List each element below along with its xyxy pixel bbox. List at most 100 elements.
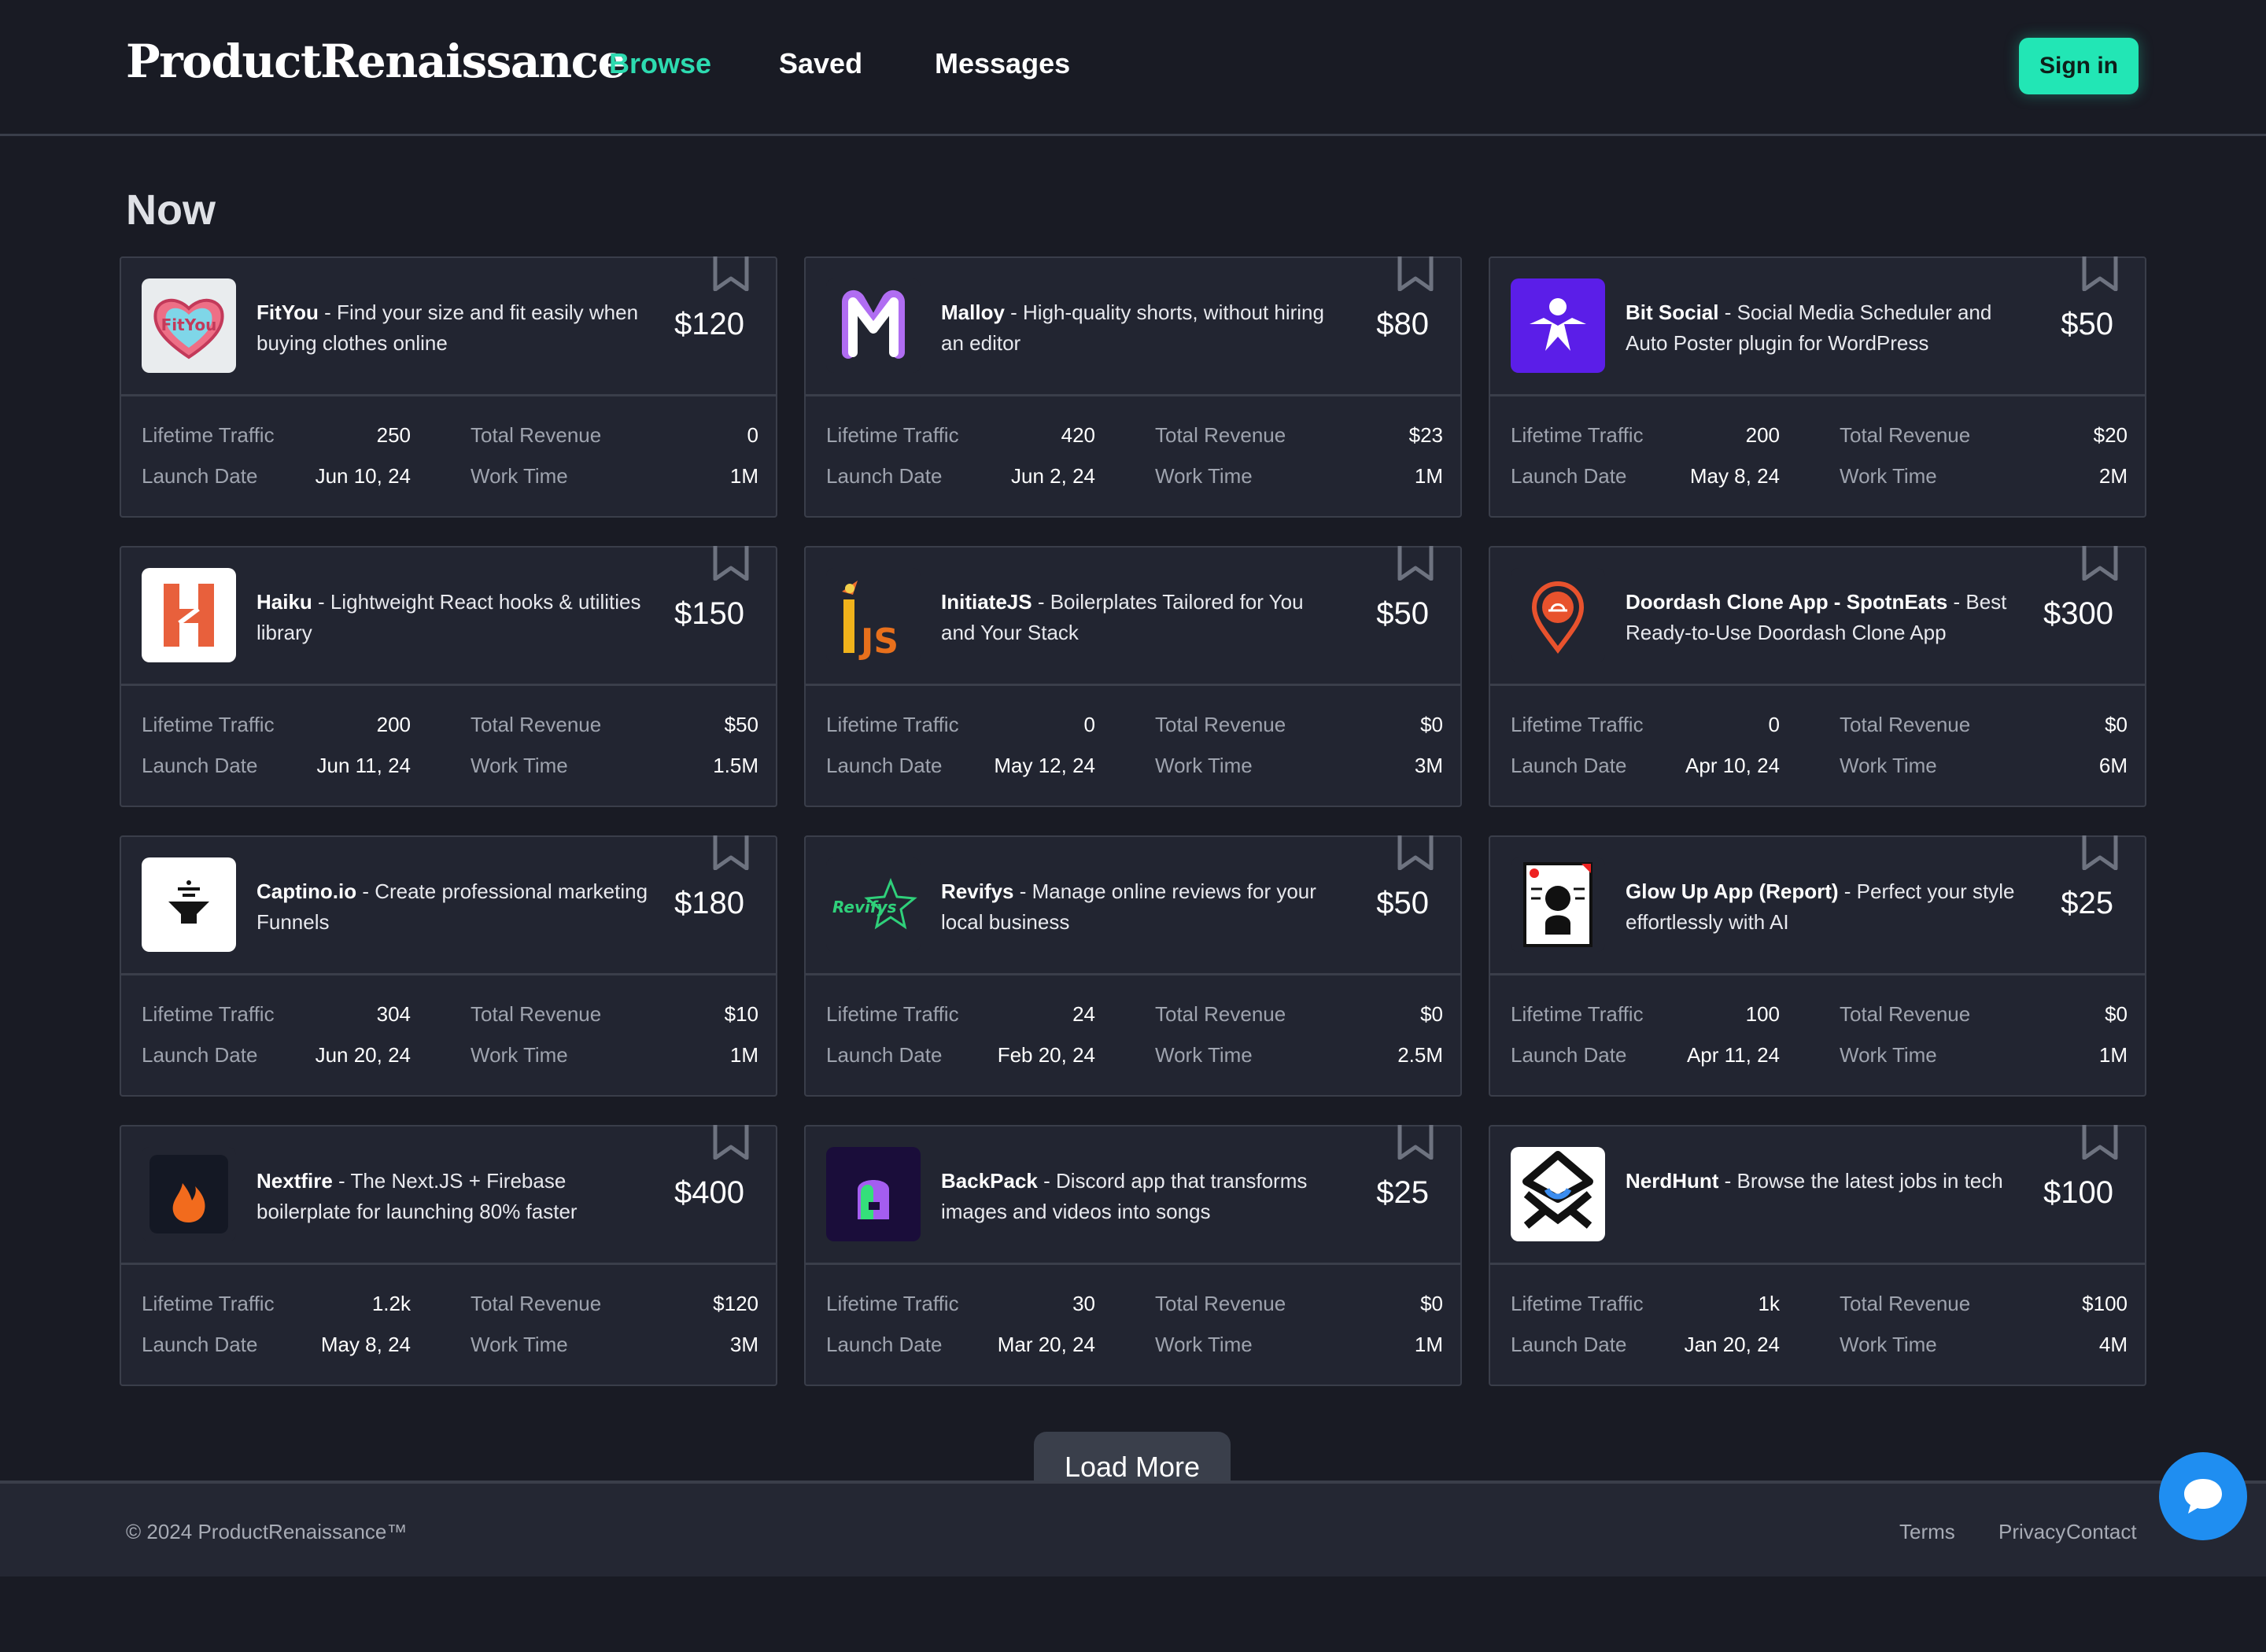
stat-value-revenue: $120 [713, 1292, 758, 1315]
product-stats: Lifetime Traffic 250 Total Revenue 0 Launch … [142, 423, 758, 505]
bookmark-button[interactable] [713, 546, 749, 581]
stat-label-revenue: Total Revenue [471, 713, 602, 736]
product-card[interactable]: JS InitiateJS - Boilerplates Tailored for… [804, 546, 1462, 807]
bookmark-icon [2082, 546, 2118, 581]
stat-value-work: 1M [729, 464, 758, 488]
product-card[interactable]: Haiku - Lightweight React hooks & utilit… [120, 546, 777, 807]
stat-label-traffic: Lifetime Traffic [826, 423, 959, 447]
product-stats: Lifetime Traffic 0 Total Revenue $0 Launch D… [1511, 713, 2128, 795]
bookmark-button[interactable] [2082, 835, 2118, 871]
product-card[interactable]: Nextfire - The Next.JS + Firebase boiler… [120, 1125, 777, 1386]
product-name: Nextfire [256, 1169, 333, 1193]
revifys-star-logo: Revifys [826, 857, 921, 952]
bookmark-icon [2082, 835, 2118, 871]
stat-label-traffic: Lifetime Traffic [142, 1002, 275, 1026]
stat-value-work: 1.5M [713, 754, 758, 777]
product-card[interactable]: Bit Social - Social Media Scheduler and … [1489, 256, 2146, 518]
stat-value-revenue: $0 [1420, 1002, 1443, 1026]
stat-label-traffic: Lifetime Traffic [142, 423, 275, 447]
stat-value-revenue: $20 [2093, 423, 2128, 447]
product-stats: Lifetime Traffic 30 Total Revenue $0 Launch … [826, 1292, 1443, 1374]
nav-browse[interactable]: Browse [609, 47, 711, 80]
product-name: InitiateJS [941, 590, 1032, 614]
stat-label-launch: Launch Date [1511, 464, 1627, 488]
product-stats: Lifetime Traffic 200 Total Revenue $50 Launc… [142, 713, 758, 795]
funnel-logo [142, 857, 236, 952]
stat-value-work: 1M [1414, 464, 1443, 488]
bookmark-button[interactable] [1397, 546, 1434, 581]
product-tagline: - Browse the latest jobs in tech [1718, 1169, 2003, 1193]
bookmark-button[interactable] [713, 1125, 749, 1160]
bookmark-icon [1397, 546, 1434, 581]
brand-logo[interactable]: ProductRenaissance [126, 35, 626, 88]
bookmark-button[interactable] [713, 835, 749, 871]
bookmark-button[interactable] [2082, 256, 2118, 292]
product-card[interactable]: Doordash Clone App - SpotnEats - Best Re… [1489, 546, 2146, 807]
bookmark-icon [713, 546, 749, 581]
product-card[interactable]: Malloy - High-quality shorts, without hi… [804, 256, 1462, 518]
bookmark-button[interactable] [1397, 1125, 1434, 1160]
stat-label-revenue: Total Revenue [1840, 1002, 1971, 1026]
stat-label-revenue: Total Revenue [1155, 713, 1286, 736]
product-stats: Lifetime Traffic 420 Total Revenue $23 Launc… [826, 423, 1443, 505]
stat-value-traffic: 1k [1758, 1292, 1780, 1315]
top-header: ProductRenaissance Browse Saved Messages… [0, 0, 2266, 136]
product-description: Haiku - Lightweight React hooks & utilit… [256, 587, 650, 648]
product-card-header: Bit Social - Social Media Scheduler and … [1490, 256, 2145, 396]
product-stats: Lifetime Traffic 1k Total Revenue $100 Launc… [1511, 1292, 2128, 1374]
stat-label-traffic: Lifetime Traffic [1511, 1002, 1644, 1026]
bookmark-icon [2082, 256, 2118, 292]
bookmark-icon [713, 256, 749, 292]
bookmark-button[interactable] [1397, 256, 1434, 292]
sign-in-button[interactable]: Sign in [2019, 38, 2139, 94]
product-card[interactable]: NerdHunt - Browse the latest jobs in tec… [1489, 1125, 2146, 1386]
stat-value-traffic: 24 [1072, 1002, 1095, 1026]
bookmark-icon [1397, 835, 1434, 871]
stat-label-work: Work Time [1840, 464, 1937, 488]
stat-label-revenue: Total Revenue [1840, 713, 1971, 736]
chat-button[interactable] [2159, 1452, 2247, 1540]
bookmark-button[interactable] [1397, 835, 1434, 871]
bookmark-button[interactable] [2082, 1125, 2118, 1160]
stat-label-revenue: Total Revenue [1155, 1292, 1286, 1315]
product-name: FitYou [256, 301, 319, 324]
product-name: Revifys [941, 879, 1014, 903]
footer-link-privacy[interactable]: Privacy [1998, 1520, 2065, 1544]
product-name: NerdHunt [1626, 1169, 1719, 1193]
product-stats: Lifetime Traffic 200 Total Revenue $20 Launc… [1511, 423, 2128, 505]
stat-label-revenue: Total Revenue [1840, 1292, 1971, 1315]
stat-value-revenue: $0 [2105, 713, 2128, 736]
bookmark-button[interactable] [713, 256, 749, 292]
stat-label-traffic: Lifetime Traffic [826, 1002, 959, 1026]
stat-value-work: 1M [2098, 1043, 2128, 1067]
product-card[interactable]: Glow Up App (Report) - Perfect your styl… [1489, 835, 2146, 1097]
product-stats: Lifetime Traffic 24 Total Revenue $0 Launch … [826, 1002, 1443, 1084]
product-description: Glow Up App (Report) - Perfect your styl… [1626, 876, 2019, 938]
stat-value-traffic: 0 [1768, 713, 1780, 736]
footer-link-contact[interactable]: Contact [2066, 1520, 2137, 1544]
stat-value-traffic: 1.2k [371, 1292, 411, 1315]
bookmark-button[interactable] [2082, 546, 2118, 581]
product-name: Doordash Clone App - SpotnEats [1626, 590, 1948, 614]
stat-label-work: Work Time [1840, 1043, 1937, 1067]
stat-label-launch: Launch Date [1511, 754, 1627, 777]
stat-value-work: 6M [2098, 754, 2128, 777]
stat-label-launch: Launch Date [142, 1333, 258, 1356]
bookmark-icon [2082, 1125, 2118, 1160]
footer-link-terms[interactable]: Terms [1899, 1520, 1955, 1544]
product-card[interactable]: Captino.io - Create professional marketi… [120, 835, 777, 1097]
stat-value-traffic: 200 [1745, 423, 1780, 447]
stat-value-launch: Mar 20, 24 [997, 1333, 1095, 1356]
product-card[interactable]: BackPack - Discord app that transforms i… [804, 1125, 1462, 1386]
product-price: $50 [1376, 596, 1429, 631]
product-card[interactable]: Revifys Revifys - Manage online reviews f… [804, 835, 1462, 1097]
product-price: $100 [2043, 1175, 2113, 1210]
nav-messages[interactable]: Messages [935, 47, 1070, 80]
product-name: BackPack [941, 1169, 1038, 1193]
stat-value-traffic: 100 [1745, 1002, 1780, 1026]
stat-value-launch: Jan 20, 24 [1684, 1333, 1780, 1356]
nav-saved[interactable]: Saved [779, 47, 862, 80]
product-card[interactable]: FitYou FitYou - Find your size and fit ea… [120, 256, 777, 518]
product-card-header: Glow Up App (Report) - Perfect your styl… [1490, 835, 2145, 975]
stat-value-revenue: $0 [1420, 1292, 1443, 1315]
